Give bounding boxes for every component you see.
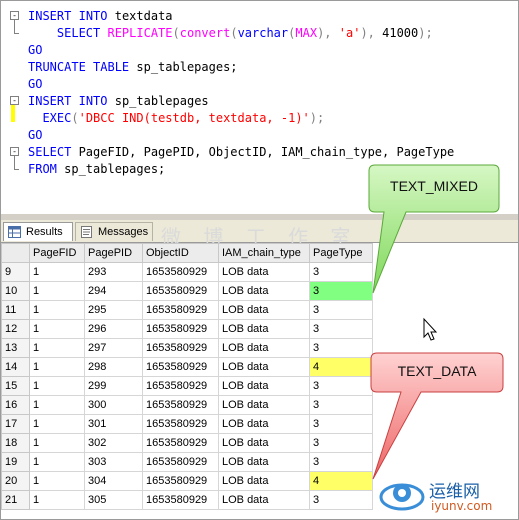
annotation-layer xyxy=(368,164,504,480)
mouse-cursor-icon xyxy=(423,317,438,341)
watermark-url: iyunv.com xyxy=(431,499,493,513)
text-data-callout-label: TEXT_DATA xyxy=(397,363,477,379)
iyunv-logo-icon xyxy=(379,483,425,511)
screenshot-frame: - - - INSERT INTO textdata SELECT REPLIC… xyxy=(0,0,519,520)
text-mixed-callout-label: TEXT_MIXED xyxy=(390,178,478,194)
